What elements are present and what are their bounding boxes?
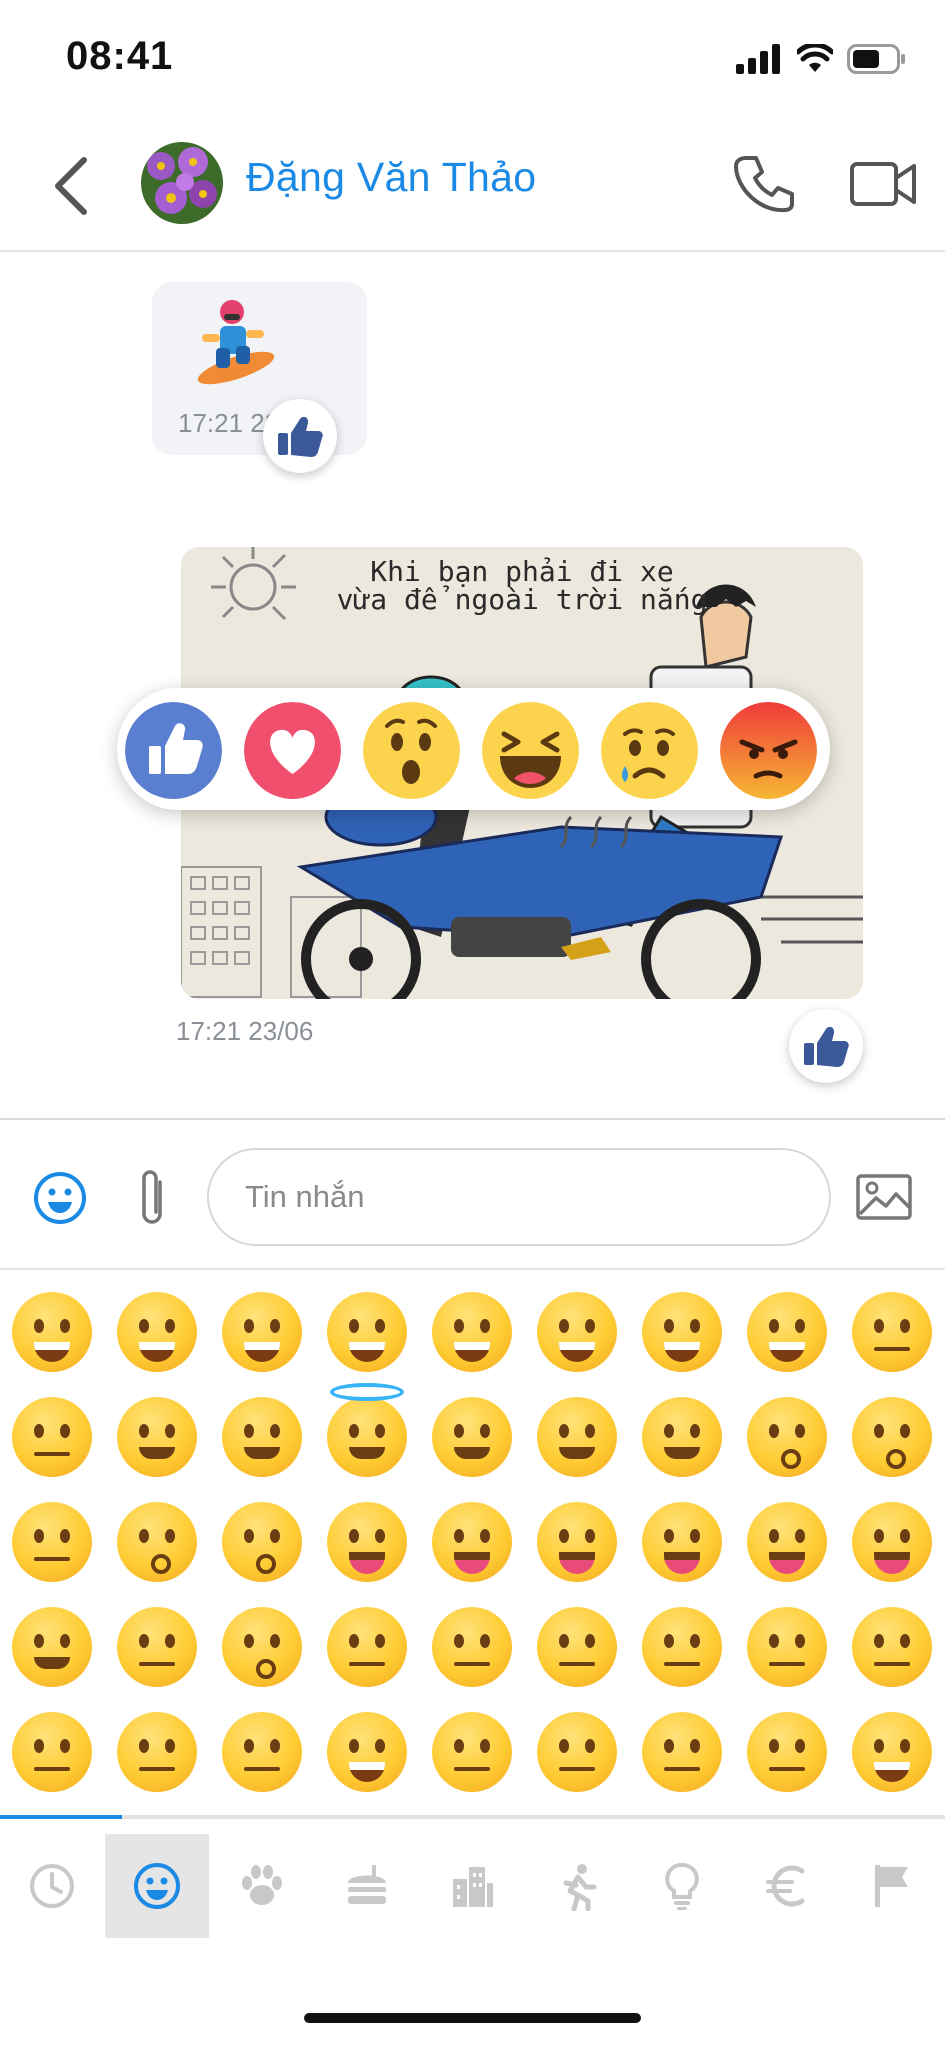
image-picker-icon[interactable] <box>856 1174 912 1220</box>
emoji-yum[interactable] <box>327 1502 407 1582</box>
emoji-money-mouth[interactable] <box>852 1502 932 1582</box>
contact-name[interactable]: Đặng Văn Thảo <box>246 154 536 201</box>
wifi-icon <box>797 44 833 72</box>
emoji-eye-roll[interactable] <box>222 1712 302 1792</box>
reaction-like[interactable] <box>125 702 222 799</box>
emoji-kissing-heart[interactable] <box>747 1397 827 1477</box>
tab-objects[interactable] <box>630 1834 734 1938</box>
reaction-love[interactable] <box>244 702 341 799</box>
emoji-kissing[interactable] <box>852 1397 932 1477</box>
emoji-stuck-out-tongue-closed-eyes[interactable] <box>747 1502 827 1582</box>
emoji-unamused[interactable] <box>117 1712 197 1792</box>
emoji-lying[interactable] <box>432 1712 512 1792</box>
emoji-relaxed[interactable] <box>12 1502 92 1582</box>
emoji-grid <box>0 1270 945 1815</box>
emoji-rofl[interactable] <box>642 1292 722 1372</box>
conversation-header: Đặng Văn Thảo <box>0 118 945 252</box>
emoji-drooling[interactable] <box>852 1712 932 1792</box>
emoji-thinking[interactable] <box>327 1607 407 1687</box>
video-call-icon[interactable] <box>850 158 916 210</box>
back-arrow-icon[interactable] <box>46 154 96 218</box>
tab-smileys[interactable] <box>105 1834 209 1938</box>
emoji-pensive[interactable] <box>642 1712 722 1792</box>
halo-decoration <box>330 1383 404 1401</box>
emoji-hand-over-mouth[interactable] <box>117 1607 197 1687</box>
emoji-smiley[interactable] <box>117 1292 197 1372</box>
emoji-sleepy[interactable] <box>747 1712 827 1792</box>
lightbulb-icon <box>665 1863 699 1910</box>
tab-travel[interactable] <box>420 1834 524 1938</box>
emoji-shushing[interactable] <box>222 1607 302 1687</box>
status-bar: 08:41 <box>0 0 945 118</box>
reaction-badge[interactable] <box>789 1009 863 1083</box>
message-input[interactable] <box>207 1148 831 1246</box>
emoji-toggle-icon[interactable] <box>32 1170 88 1226</box>
meme-caption-line2: vừa để ngoài trời nắng <box>336 583 708 616</box>
flag-icon <box>875 1865 908 1907</box>
tab-animals[interactable] <box>210 1834 314 1938</box>
phone-call-icon[interactable] <box>732 152 796 216</box>
message-timestamp: 17:21 23/06 <box>176 1016 314 1046</box>
reaction-wow[interactable] <box>363 702 460 799</box>
emoji-heart-eyes[interactable] <box>537 1397 617 1477</box>
emoji-neutral[interactable] <box>642 1607 722 1687</box>
emoji-smiling-hearts[interactable] <box>432 1397 512 1477</box>
emoji-stuck-out-tongue-wink[interactable] <box>537 1502 617 1582</box>
clock-icon <box>30 1864 74 1908</box>
emoji-smirk[interactable] <box>12 1712 92 1792</box>
emoji-sweat-smile[interactable] <box>537 1292 617 1372</box>
emoji-hugging[interactable] <box>12 1607 92 1687</box>
building-icon <box>453 1867 493 1907</box>
tab-food[interactable] <box>315 1834 419 1938</box>
battery-icon <box>847 44 905 74</box>
emoji-blush[interactable] <box>222 1397 302 1477</box>
smiley-icon <box>134 1863 180 1909</box>
emoji-raised-eyebrow[interactable] <box>537 1607 617 1687</box>
emoji-kissing-closed-eyes[interactable] <box>117 1502 197 1582</box>
paw-icon <box>242 1865 282 1905</box>
reaction-picker <box>117 688 830 810</box>
emoji-laughing[interactable] <box>432 1292 512 1372</box>
emoji-kissing-smiling-eyes[interactable] <box>222 1502 302 1582</box>
emoji-grinning[interactable] <box>12 1292 92 1372</box>
paperclip-icon[interactable] <box>132 1168 172 1230</box>
emoji-zipper-mouth[interactable] <box>432 1607 512 1687</box>
emoji-grimacing[interactable] <box>327 1712 407 1792</box>
emoji-innocent[interactable] <box>327 1397 407 1477</box>
snowboarder-sticker <box>197 300 275 385</box>
emoji-slightly-smiling[interactable] <box>852 1292 932 1372</box>
reaction-angry[interactable] <box>720 702 817 799</box>
emoji-no-mouth[interactable] <box>852 1607 932 1687</box>
emoji-category-tabs <box>0 1819 945 1941</box>
emoji-expressionless[interactable] <box>747 1607 827 1687</box>
avatar[interactable] <box>141 142 223 224</box>
like-icon <box>278 416 323 457</box>
emoji-star-struck[interactable] <box>642 1397 722 1477</box>
emoji-joy[interactable] <box>747 1292 827 1372</box>
reaction-haha[interactable] <box>482 702 579 799</box>
reaction-badge[interactable] <box>263 399 337 473</box>
tab-activity[interactable] <box>525 1834 629 1938</box>
runner-icon <box>563 1864 597 1911</box>
message-list[interactable]: 17:21 23/06 Khi bạn phải đi xe vừa để ng… <box>0 252 945 1118</box>
message-composer <box>0 1118 945 1270</box>
home-indicator <box>304 2013 641 2023</box>
emoji-stuck-out-tongue[interactable] <box>432 1502 512 1582</box>
reaction-sad[interactable] <box>601 702 698 799</box>
emoji-wink[interactable] <box>117 1397 197 1477</box>
status-time: 08:41 <box>66 34 174 78</box>
burger-icon <box>348 1865 386 1904</box>
signal-icon <box>736 44 780 74</box>
emoji-smile[interactable] <box>222 1292 302 1372</box>
like-icon <box>804 1026 849 1067</box>
emoji-relieved[interactable] <box>537 1712 617 1792</box>
tab-flags[interactable] <box>840 1834 944 1938</box>
emoji-zany[interactable] <box>642 1502 722 1582</box>
tab-symbols[interactable] <box>735 1834 839 1938</box>
euro-icon <box>766 1865 805 1907</box>
emoji-grin[interactable] <box>327 1292 407 1372</box>
emoji-upside-down[interactable] <box>12 1397 92 1477</box>
tab-recent[interactable] <box>0 1834 104 1938</box>
